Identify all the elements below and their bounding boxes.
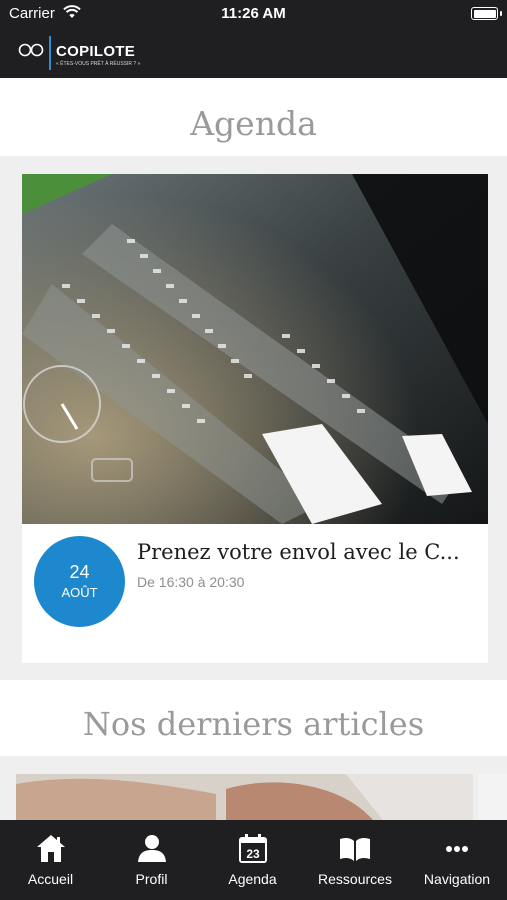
agenda-heading: Agenda: [0, 78, 507, 156]
status-bar: Carrier 11:26 AM: [0, 0, 507, 30]
clock: 11:26 AM: [221, 5, 286, 22]
tab-bar: Accueil Profil 23 Agenda Ressources Navi…: [0, 820, 507, 900]
home-icon: [36, 835, 65, 862]
copilote-logo[interactable]: COPILOTE « ÊTES-VOUS PRÊT À RÉUSSIR ? »: [18, 36, 158, 70]
calendar-icon: 23: [238, 834, 267, 863]
tab-ressources[interactable]: Ressources: [303, 820, 407, 900]
articles-heading: Nos derniers articles: [0, 680, 507, 756]
logo-divider: [49, 36, 51, 70]
person-icon: [137, 835, 166, 862]
tab-navigation[interactable]: Navigation: [407, 820, 507, 900]
logo-tagline: « ÊTES-VOUS PRÊT À RÉUSSIR ? »: [56, 61, 141, 67]
tab-profil[interactable]: Profil: [101, 820, 202, 900]
battery-nub: [500, 11, 502, 16]
infinity-logo-icon: [18, 43, 44, 57]
event-image: [22, 174, 488, 524]
tab-agenda[interactable]: 23 Agenda: [202, 820, 303, 900]
tab-label: Profil: [135, 871, 168, 887]
article-image[interactable]: [16, 774, 473, 824]
event-month: AOÛT: [61, 585, 98, 600]
article-card-next[interactable]: [478, 774, 507, 824]
tab-label: Ressources: [318, 871, 392, 887]
battery-icon: [471, 7, 498, 20]
event-title[interactable]: Prenez votre envol avec le C...: [137, 540, 477, 564]
logo-name: COPILOTE: [56, 43, 136, 60]
tab-label: Navigation: [423, 871, 491, 887]
tab-label: Accueil: [27, 871, 74, 887]
event-card[interactable]: 24 AOÛT Prenez votre envol avec le C... …: [22, 174, 488, 663]
event-date-badge: 24 AOÛT: [34, 536, 125, 627]
calendar-icon-day: 23: [246, 847, 260, 861]
tab-accueil[interactable]: Accueil: [0, 820, 101, 900]
book-icon: [340, 837, 370, 861]
more-icon: [446, 846, 468, 852]
tab-label: Agenda: [228, 871, 277, 887]
event-day: 24: [69, 562, 90, 582]
app-header: Carrier 11:26 AM COPILOTE « ÊTES-VOUS PR…: [0, 0, 507, 78]
event-time: De 16:30 à 20:30: [137, 574, 245, 590]
